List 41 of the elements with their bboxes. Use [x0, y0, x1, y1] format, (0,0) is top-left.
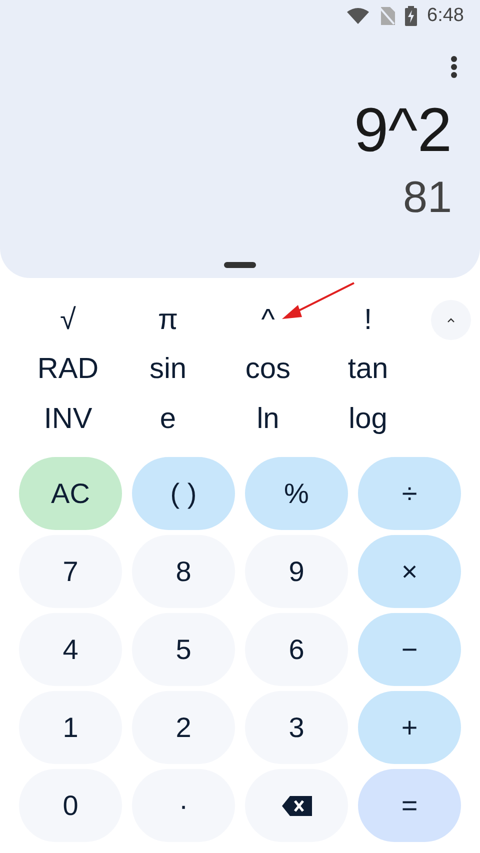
keypad-key[interactable]: −: [358, 613, 461, 686]
result-text: 81: [403, 176, 452, 220]
keypad-key[interactable]: 4: [19, 613, 122, 686]
drag-handle[interactable]: [224, 262, 256, 268]
function-key[interactable]: INV: [18, 394, 118, 444]
function-key[interactable]: tan: [318, 344, 418, 394]
keypad-key[interactable]: ·: [132, 769, 235, 842]
backspace-icon: [282, 796, 312, 816]
function-key[interactable]: π: [118, 296, 218, 344]
function-key[interactable]: sin: [118, 344, 218, 394]
status-time: 6:48: [427, 5, 464, 27]
keypad-key[interactable]: ÷: [358, 457, 461, 530]
keypad-key[interactable]: =: [358, 769, 461, 842]
battery-charging-icon: [405, 6, 418, 26]
keypad-key[interactable]: ( ): [132, 457, 235, 530]
more-options-icon[interactable]: [450, 56, 458, 78]
keypad-key[interactable]: 1: [19, 691, 122, 764]
no-sim-icon: [379, 7, 396, 25]
keypad-key[interactable]: 8: [132, 535, 235, 608]
keypad-key[interactable]: 9: [245, 535, 348, 608]
chevron-up-icon: [445, 316, 457, 324]
keypad-key[interactable]: 2: [132, 691, 235, 764]
keypad-key[interactable]: 0: [19, 769, 122, 842]
keypad-key[interactable]: 6: [245, 613, 348, 686]
keypad-key[interactable]: +: [358, 691, 461, 764]
expression-text: 9^2: [354, 100, 452, 162]
function-key[interactable]: !: [318, 296, 418, 344]
function-key[interactable]: cos: [218, 344, 318, 394]
function-key[interactable]: log: [318, 394, 418, 444]
function-key[interactable]: ln: [218, 394, 318, 444]
function-key[interactable]: e: [118, 394, 218, 444]
function-key[interactable]: RAD: [18, 344, 118, 394]
keypad-key[interactable]: AC: [19, 457, 122, 530]
keypad-key[interactable]: 7: [19, 535, 122, 608]
keypad-key[interactable]: 5: [132, 613, 235, 686]
function-key[interactable]: ^: [218, 296, 318, 344]
keypad-key[interactable]: ×: [358, 535, 461, 608]
keypad-key[interactable]: 3: [245, 691, 348, 764]
wifi-icon: [347, 8, 370, 24]
function-key[interactable]: √: [18, 296, 118, 344]
keypad-key[interactable]: %: [245, 457, 348, 530]
